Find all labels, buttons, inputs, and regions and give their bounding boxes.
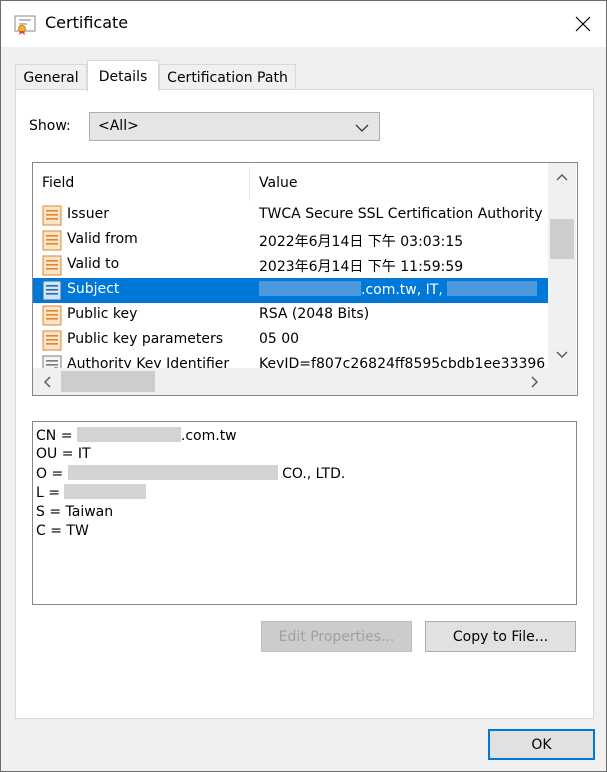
field-value: .com.tw, IT, (259, 281, 548, 298)
tab-general[interactable]: General (15, 64, 87, 90)
certificate-dialog: Certificate General Details Certificatio… (0, 0, 607, 772)
chevron-left-icon (43, 376, 50, 387)
chevron-down-icon (556, 351, 568, 358)
horizontal-scrollbar[interactable] (33, 368, 548, 395)
column-header-field[interactable]: Field (42, 175, 74, 191)
window-title: Certificate (45, 13, 129, 32)
list-row-authority-key-identifier[interactable]: Authority Key Identifier KeyID=f807c2682… (33, 353, 548, 368)
field-name: Valid from (67, 231, 138, 247)
field-name: Subject (67, 281, 120, 297)
close-button[interactable] (560, 1, 606, 47)
detail-o-line: O = CO., LTD. (36, 465, 345, 482)
chevron-down-icon (355, 121, 369, 137)
list-row-public-key-parameters[interactable]: Public key parameters 05 00 (33, 328, 548, 353)
field-name: Authority Key Identifier (67, 356, 230, 368)
redacted-text (64, 484, 147, 499)
field-icon (42, 205, 62, 226)
horizontal-scroll-thumb[interactable] (61, 371, 155, 392)
redacted-text (67, 465, 278, 480)
column-divider[interactable] (249, 167, 250, 201)
ok-button[interactable]: OK (488, 729, 595, 760)
field-icon (42, 305, 62, 326)
vertical-scrollbar[interactable] (548, 163, 576, 368)
list-row-issuer[interactable]: Issuer TWCA Secure SSL Certification Aut… (33, 203, 548, 228)
field-value: RSA (2048 Bits) (259, 306, 370, 322)
list-header: Field Value (33, 163, 548, 203)
redacted-text (447, 281, 538, 296)
detail-l-line: L = (36, 484, 147, 501)
field-value: TWCA Secure SSL Certification Authority (259, 206, 543, 222)
column-header-value[interactable]: Value (259, 175, 297, 191)
field-name: Public key parameters (67, 331, 224, 347)
redacted-text (76, 427, 181, 442)
detail-o-suffix: CO., LTD. (277, 466, 346, 482)
details-panel: Show: <All> Field Value Issuer TWCA Secu… (15, 89, 594, 719)
copy-to-file-button[interactable]: Copy to File... (425, 621, 576, 652)
close-icon (575, 16, 591, 32)
field-name: Valid to (67, 256, 120, 272)
extension-icon (42, 355, 62, 368)
field-icon (42, 230, 62, 251)
detail-ou-line: OU = IT (36, 446, 91, 462)
list-row-valid-to[interactable]: Valid to 2023年6月14日 下午 11:59:59 (33, 253, 548, 278)
vertical-scroll-thumb[interactable] (550, 219, 574, 259)
title-bar: Certificate (1, 1, 606, 47)
detail-s-line: S = Taiwan (36, 504, 114, 520)
detail-cn-line: CN = .com.tw (36, 427, 237, 444)
field-name: Issuer (67, 206, 109, 222)
field-icon (42, 280, 62, 301)
show-dropdown-value: <All> (98, 118, 139, 134)
list-rows: Issuer TWCA Secure SSL Certification Aut… (33, 203, 548, 368)
scrollbar-corner (548, 368, 576, 395)
field-value: 2023年6月14日 下午 11:59:59 (259, 259, 464, 275)
field-value: KeyID=f807c26824ff8595cbdb1ee33396 (259, 356, 546, 368)
redacted-text (259, 281, 361, 296)
field-value-textbox[interactable]: CN = .com.tw OU = IT O = CO., LTD. L = S… (32, 421, 577, 605)
scroll-left-button[interactable] (33, 368, 60, 395)
field-icon (42, 255, 62, 276)
detail-cn-prefix: CN = (36, 428, 77, 444)
detail-c-line: C = TW (36, 523, 89, 539)
field-value: 05 00 (259, 331, 300, 347)
subject-value-visible: .com.tw, IT, (361, 282, 448, 298)
scroll-right-button[interactable] (521, 368, 548, 395)
field-value: 2022年6月14日 下午 03:03:15 (259, 234, 464, 250)
chevron-right-icon (531, 376, 538, 387)
list-row-public-key[interactable]: Public key RSA (2048 Bits) (33, 303, 548, 328)
scroll-up-button[interactable] (548, 163, 576, 190)
edit-properties-button[interactable]: Edit Properties... (261, 621, 412, 652)
certificate-icon (14, 15, 36, 35)
list-row-valid-from[interactable]: Valid from 2022年6月14日 下午 03:03:15 (33, 228, 548, 253)
show-dropdown[interactable]: <All> (89, 112, 380, 141)
field-name: Public key (67, 306, 138, 322)
list-row-subject[interactable]: Subject .com.tw, IT, (33, 278, 548, 303)
detail-o-prefix: O = (36, 466, 68, 482)
fields-list[interactable]: Field Value Issuer TWCA Secure SSL Certi… (32, 162, 578, 396)
tab-certification-path[interactable]: Certification Path (159, 64, 296, 90)
scroll-down-button[interactable] (548, 341, 576, 368)
show-label: Show: (29, 118, 71, 134)
chevron-up-icon (556, 173, 568, 180)
detail-cn-suffix: .com.tw (180, 428, 237, 444)
field-icon (42, 330, 62, 351)
tab-details[interactable]: Details (87, 60, 159, 92)
detail-l-prefix: L = (36, 485, 65, 501)
